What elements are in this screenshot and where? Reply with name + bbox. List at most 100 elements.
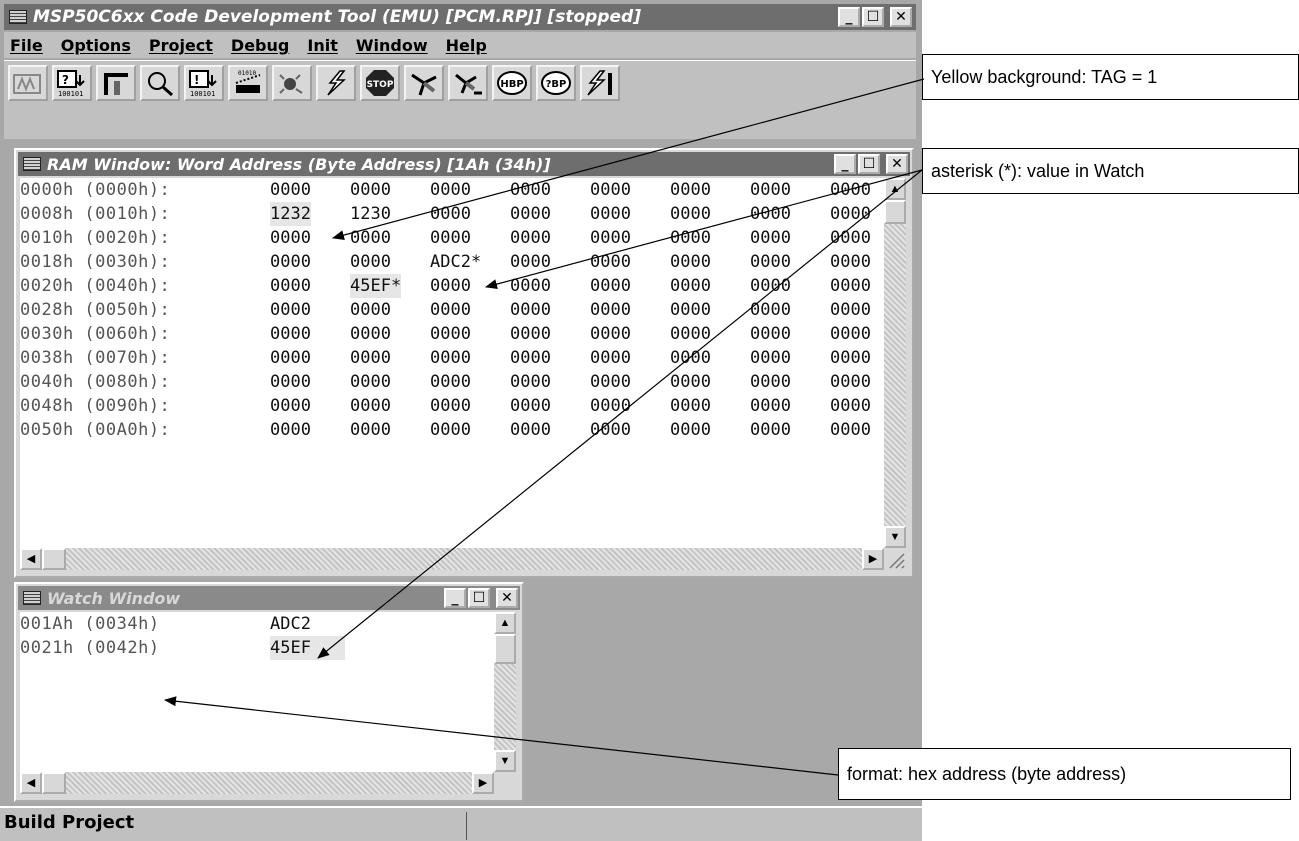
ram-cell[interactable]: 0000 (830, 322, 871, 346)
ram-cell[interactable]: 0000 (270, 274, 311, 298)
scroll-down-button[interactable]: ▼ (884, 526, 906, 548)
ram-cell[interactable]: 0000 (590, 418, 631, 442)
probe-step-button[interactable] (448, 65, 488, 101)
watch-row[interactable]: 001Ah (0034h) ADC2 (20, 612, 494, 636)
ram-cell[interactable]: 0000 (830, 370, 871, 394)
resize-grip-icon[interactable] (884, 548, 906, 570)
ram-cell[interactable]: 0000 (750, 298, 791, 322)
maximize-button[interactable]: ☐ (862, 7, 884, 27)
ram-cell[interactable]: 0000 (430, 394, 471, 418)
ram-cell[interactable]: 0000 (670, 298, 711, 322)
ram-cell[interactable]: 0000 (830, 274, 871, 298)
watch-minimize-button[interactable]: _ (444, 588, 466, 608)
ram-cell[interactable]: 0000 (830, 226, 871, 250)
menu-file[interactable]: File (10, 36, 43, 55)
ram-cell[interactable]: 0000 (750, 370, 791, 394)
ram-cell[interactable]: 0000 (750, 226, 791, 250)
ram-cell[interactable]: 0000 (830, 178, 871, 202)
ram-cell[interactable]: 0000 (510, 394, 551, 418)
ram-cell[interactable]: 0000 (510, 274, 551, 298)
ram-horizontal-scrollbar[interactable]: ◀ ▶ (20, 548, 884, 570)
ram-cell[interactable]: 1232 (270, 202, 311, 226)
upload-button[interactable]: ! 100101 (184, 65, 224, 101)
ram-cell[interactable]: 0000 (670, 274, 711, 298)
watch-vertical-scrollbar[interactable]: ▲ ▼ (494, 612, 516, 772)
program-breakpoint-button[interactable]: ?BP (536, 65, 576, 101)
ram-cell[interactable]: 0000 (430, 202, 471, 226)
ram-cell[interactable]: 0000 (670, 418, 711, 442)
ram-cell[interactable]: 0000 (590, 322, 631, 346)
scroll-thumb[interactable] (884, 200, 906, 224)
ram-cell[interactable]: 0000 (750, 250, 791, 274)
ram-cell[interactable]: 0000 (430, 418, 471, 442)
ram-cell[interactable]: 0000 (750, 418, 791, 442)
find-button[interactable] (140, 65, 180, 101)
step-button[interactable] (96, 65, 136, 101)
ram-window-titlebar[interactable]: RAM Window: Word Address (Byte Address) … (18, 152, 910, 176)
ram-cell[interactable]: 0000 (510, 202, 551, 226)
scroll-up-button[interactable]: ▲ (494, 612, 516, 634)
app-system-menu-icon[interactable] (9, 10, 27, 24)
ram-cell[interactable]: 0000 (510, 418, 551, 442)
ram-cell[interactable]: 0000 (510, 178, 551, 202)
menu-debug[interactable]: Debug (231, 36, 289, 55)
ram-window-menu-icon[interactable] (23, 157, 41, 171)
ram-cell[interactable]: 0000 (750, 202, 791, 226)
ram-cell[interactable]: 0000 (590, 346, 631, 370)
ram-cell[interactable]: 0000 (270, 394, 311, 418)
ram-cell[interactable]: 0000 (830, 250, 871, 274)
ram-cell[interactable]: 0000 (510, 250, 551, 274)
scroll-right-button[interactable]: ▶ (472, 772, 494, 794)
ram-cell[interactable]: 0000 (430, 274, 471, 298)
ram-grid[interactable]: 0000h (0000h): 0000 0000 0000 0000 0000 0000 00… (20, 178, 884, 548)
menu-init[interactable]: Init (307, 36, 337, 55)
scroll-left-button[interactable]: ◀ (20, 772, 42, 794)
ram-cell[interactable]: 0000 (670, 250, 711, 274)
probe-button[interactable] (404, 65, 444, 101)
ram-cell[interactable]: 0000 (350, 226, 391, 250)
ram-cell[interactable]: 0000 (430, 178, 471, 202)
ram-cell[interactable]: 0000 (430, 322, 471, 346)
ram-cell[interactable]: 0000 (830, 346, 871, 370)
minimize-button[interactable]: _ (838, 7, 860, 27)
watch-window-titlebar[interactable]: Watch Window _ ☐ ✕ (18, 586, 520, 610)
ram-cell[interactable]: 0000 (590, 226, 631, 250)
ram-cell[interactable]: 0000 (670, 370, 711, 394)
scroll-left-button[interactable]: ◀ (20, 548, 42, 570)
hardware-breakpoint-button[interactable]: HBP (492, 65, 532, 101)
ram-cell[interactable]: 0000 (670, 178, 711, 202)
ram-cell[interactable]: 0000 (590, 274, 631, 298)
ram-cell[interactable]: 0000 (590, 202, 631, 226)
ram-cell[interactable]: 0000 (350, 394, 391, 418)
ram-cell[interactable]: 0000 (350, 298, 391, 322)
ram-cell[interactable]: 0000 (510, 298, 551, 322)
ram-cell[interactable]: 0000 (590, 178, 631, 202)
ram-vertical-scrollbar[interactable]: ▲ ▼ (884, 178, 906, 548)
ram-maximize-button[interactable]: ☐ (858, 154, 880, 174)
ram-cell[interactable]: 0000 (270, 226, 311, 250)
ram-cell[interactable]: ADC2* (430, 250, 481, 274)
watch-row[interactable]: 0021h (0042h) 45EF (20, 636, 494, 660)
ram-cell[interactable]: 0000 (270, 298, 311, 322)
ram-cell[interactable]: 0000 (510, 226, 551, 250)
ram-cell[interactable]: 0000 (750, 322, 791, 346)
ram-minimize-button[interactable]: _ (834, 154, 856, 174)
ram-cell[interactable]: 0000 (270, 322, 311, 346)
ram-cell[interactable]: 0000 (350, 250, 391, 274)
ram-close-button[interactable]: ✕ (886, 154, 908, 174)
ram-cell[interactable]: 0000 (750, 346, 791, 370)
ram-cell[interactable]: 0000 (830, 298, 871, 322)
ram-cell[interactable]: 0000 (270, 250, 311, 274)
ram-cell[interactable]: 0000 (830, 418, 871, 442)
ram-cell[interactable]: 0000 (670, 226, 711, 250)
ram-cell[interactable]: 0000 (430, 370, 471, 394)
breakpoint-button[interactable] (272, 65, 312, 101)
run-all-button[interactable] (580, 65, 620, 101)
ram-cell[interactable]: 0000 (670, 346, 711, 370)
scroll-up-button[interactable]: ▲ (884, 178, 906, 200)
scroll-right-button[interactable]: ▶ (862, 548, 884, 570)
ram-cell[interactable]: 0000 (270, 178, 311, 202)
watch-list[interactable]: 001Ah (0034h) ADC2 0021h (0042h) 45EF (20, 612, 494, 772)
menu-window[interactable]: Window (356, 36, 428, 55)
ram-cell[interactable]: 0000 (590, 370, 631, 394)
